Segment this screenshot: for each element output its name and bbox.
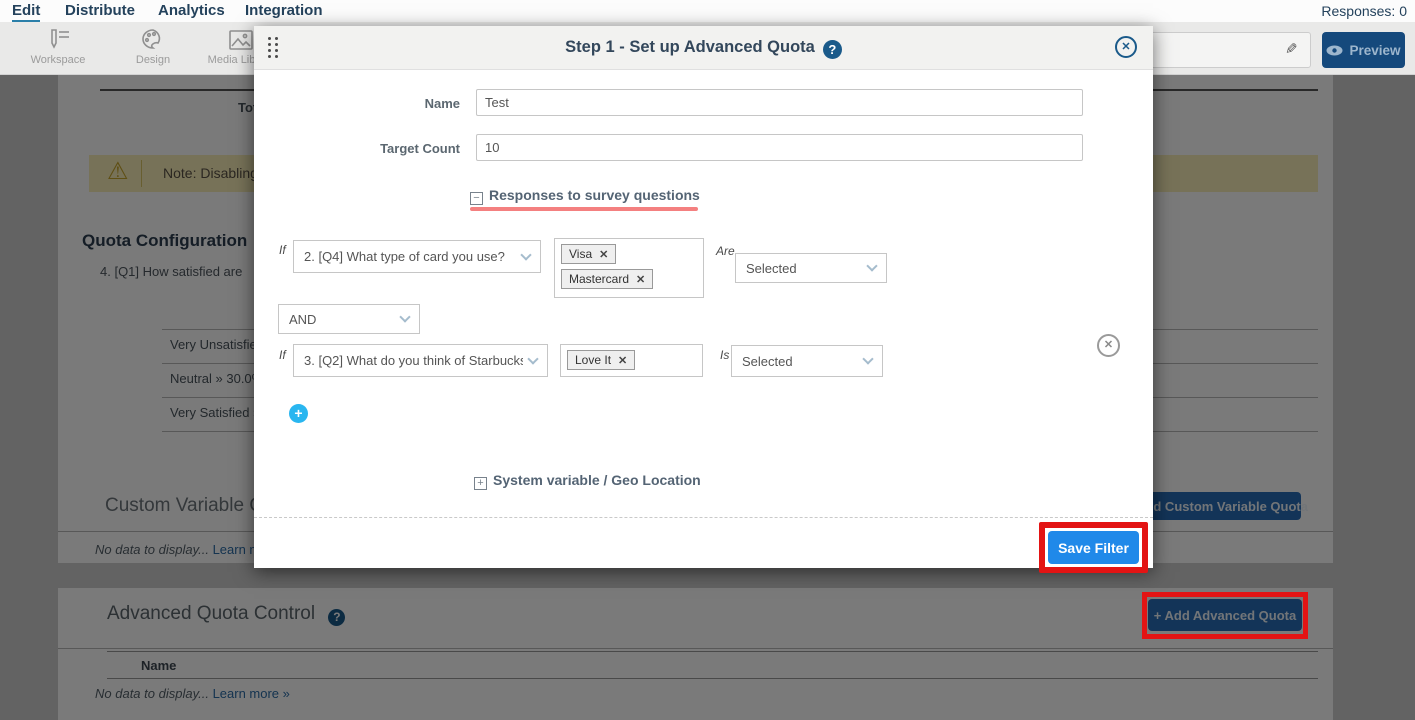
save-filter-annotation-box: Save Filter [1039, 522, 1148, 573]
question-select[interactable]: 2. [Q4] What type of card you use? [293, 240, 541, 273]
chevron-down-icon [866, 260, 877, 271]
if-label: If [279, 243, 286, 257]
remove-tag-icon[interactable]: ✕ [618, 354, 627, 367]
target-count-input[interactable] [476, 134, 1083, 161]
remove-condition-icon[interactable]: ✕ [1097, 334, 1120, 357]
remove-tag-icon[interactable]: ✕ [636, 273, 645, 286]
expand-icon: + [474, 477, 487, 490]
question-select-value: 2. [Q4] What type of card you use? [304, 249, 516, 264]
tag-label: Mastercard [569, 272, 629, 286]
answer-tags-box[interactable]: Love It ✕ [560, 344, 703, 377]
chevron-down-icon [527, 353, 538, 364]
responses-count: Responses: 0 [1321, 3, 1407, 19]
tab-analytics[interactable]: Analytics [158, 2, 225, 19]
answer-tag: Visa ✕ [561, 244, 616, 264]
top-navigation: Edit Distribute Analytics Integration Re… [0, 0, 1415, 22]
tab-integration[interactable]: Integration [245, 2, 323, 19]
if-label: If [279, 348, 286, 362]
tag-label: Love It [575, 353, 611, 367]
responses-section-toggle[interactable]: −Responses to survey questions [470, 187, 700, 205]
design-icon [140, 28, 166, 52]
toolbar-button-label: Workspace [13, 54, 103, 66]
edit-url-pencil-icon[interactable]: ✎ [1285, 33, 1298, 67]
design-button[interactable]: Design [108, 28, 198, 66]
modal-footer: Save Filter [254, 517, 1153, 568]
remove-tag-icon[interactable]: ✕ [599, 248, 608, 261]
toolbar-button-label: Design [108, 54, 198, 66]
joiner-select[interactable]: AND [278, 304, 420, 334]
tab-distribute[interactable]: Distribute [65, 2, 135, 19]
question-select-value: 3. [Q2] What do you think of Starbucks..… [304, 353, 523, 368]
collapse-icon: − [470, 192, 483, 205]
answer-tag: Mastercard ✕ [561, 269, 653, 289]
modal-title-row: Step 1 - Set up Advanced Quota? [254, 38, 1153, 59]
add-condition-icon[interactable]: + [289, 404, 308, 423]
name-label: Name [360, 96, 460, 111]
chevron-down-icon [399, 311, 410, 322]
help-icon[interactable]: ? [823, 40, 842, 59]
tab-edit[interactable]: Edit [12, 2, 40, 22]
operator-label: Are [716, 244, 735, 258]
joiner-select-value: AND [289, 312, 395, 327]
responses-section-underline [470, 207, 698, 211]
workspace-icon [45, 28, 71, 52]
tag-label: Visa [569, 247, 592, 261]
name-input[interactable] [476, 89, 1083, 116]
preview-button-label: Preview [1349, 43, 1400, 58]
responses-section-title: Responses to survey questions [489, 187, 700, 203]
operator-select-value: Selected [746, 261, 862, 276]
modal-header: Step 1 - Set up Advanced Quota? ✕ [254, 26, 1153, 70]
operator-select[interactable]: Selected [731, 345, 883, 377]
operator-select[interactable]: Selected [735, 253, 887, 283]
answer-tags-box[interactable]: Visa ✕ Mastercard ✕ [554, 238, 704, 298]
close-icon[interactable]: ✕ [1115, 36, 1137, 58]
workspace-button[interactable]: Workspace [13, 28, 103, 66]
target-count-label: Target Count [360, 141, 460, 156]
chevron-down-icon [520, 249, 531, 260]
question-select[interactable]: 3. [Q2] What do you think of Starbucks..… [293, 344, 548, 377]
advanced-quota-modal: Step 1 - Set up Advanced Quota? ✕ Name T… [254, 26, 1153, 568]
operator-select-value: Selected [742, 354, 858, 369]
preview-button[interactable]: Preview [1322, 32, 1405, 68]
operator-label: Is [720, 348, 729, 362]
save-filter-button[interactable]: Save Filter [1048, 531, 1139, 564]
chevron-down-icon [862, 353, 873, 364]
answer-tag: Love It ✕ [567, 350, 635, 370]
system-section-title: System variable / Geo Location [493, 472, 701, 488]
preview-eye-icon [1326, 45, 1343, 56]
media-library-icon [228, 28, 254, 52]
system-section-toggle[interactable]: + System variable / Geo Location [474, 472, 701, 490]
modal-title: Step 1 - Set up Advanced Quota [565, 38, 815, 56]
